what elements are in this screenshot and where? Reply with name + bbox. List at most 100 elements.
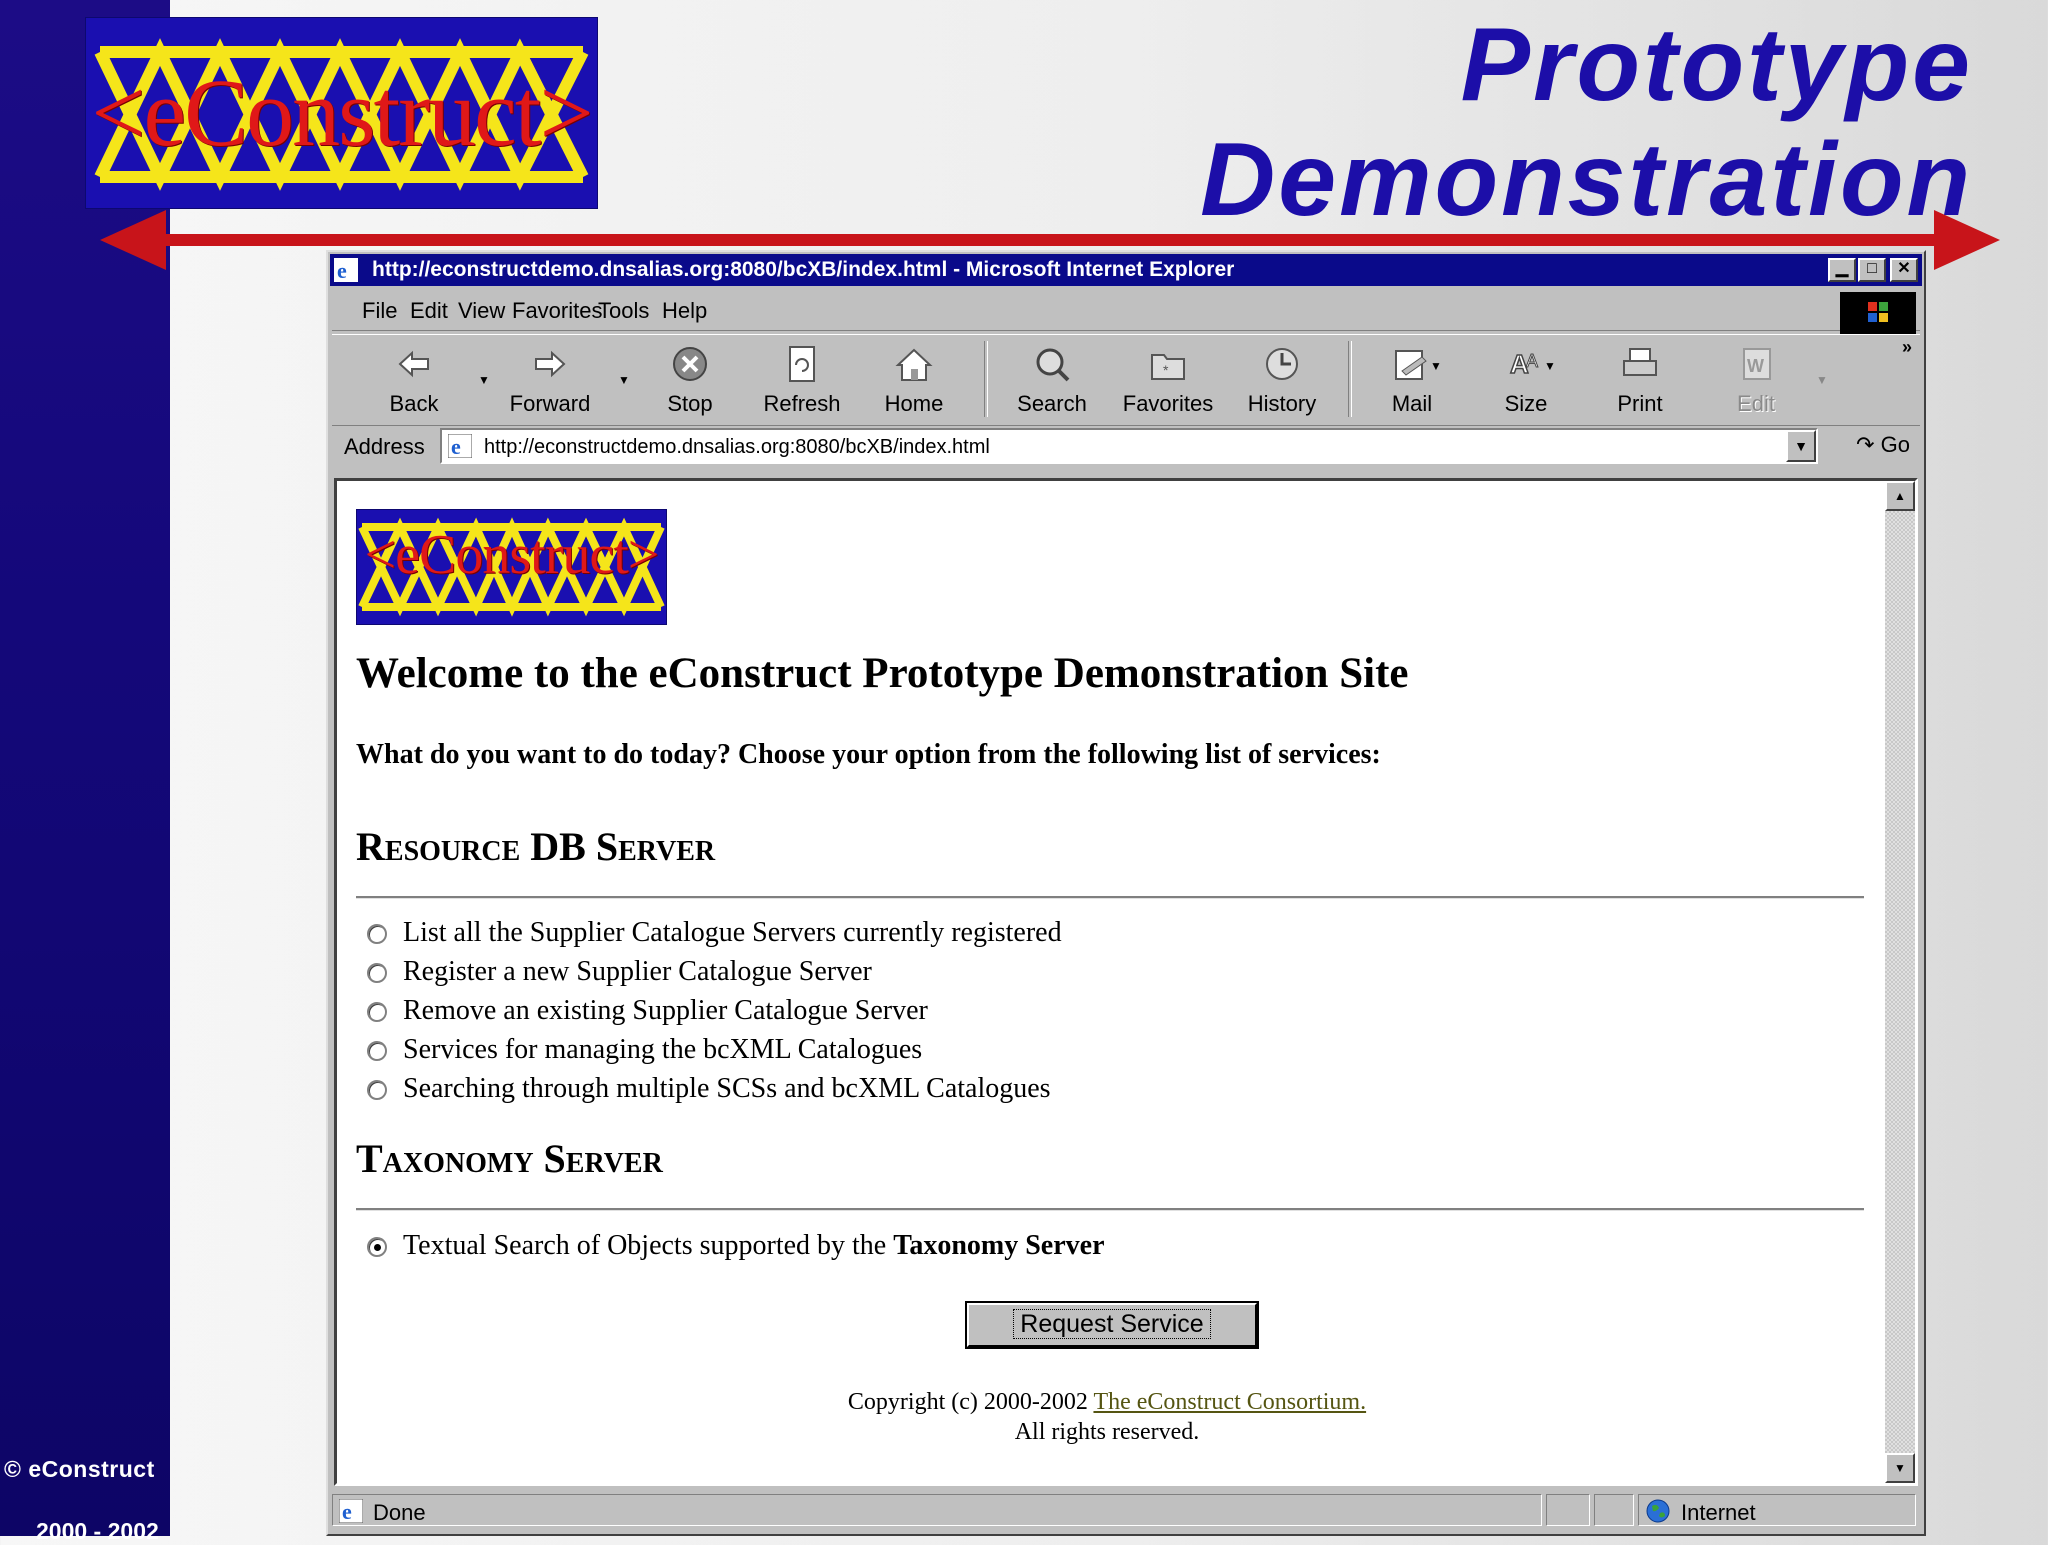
resource-db-heading: Resource DB Server — [356, 824, 716, 869]
section-divider — [356, 1208, 1864, 1211]
radio-button-selected[interactable] — [367, 1237, 387, 1257]
back-button[interactable]: Back — [364, 335, 464, 423]
menu-tools[interactable]: Tools — [598, 298, 649, 324]
menu-favorites[interactable]: Favorites — [512, 298, 602, 324]
back-arrow-icon — [398, 350, 429, 378]
svg-text:*: * — [1163, 362, 1169, 378]
status-bar: e Done Internet — [332, 1492, 1920, 1530]
ie-icon: e — [334, 258, 358, 282]
search-button[interactable]: Search — [1002, 335, 1102, 423]
go-button[interactable]: ↷ Go — [1856, 432, 1910, 458]
close-button[interactable]: ✕ — [1890, 258, 1918, 282]
welcome-heading: Welcome to the eConstruct Prototype Demo… — [356, 650, 1409, 697]
svg-text:W: W — [1747, 356, 1764, 376]
history-button[interactable]: History — [1232, 335, 1332, 423]
toolbar: Back ▼ Forward ▼ Stop Refresh Home Searc… — [332, 334, 1920, 426]
zone-text: Internet — [1681, 1500, 1756, 1525]
globe-icon — [1646, 1499, 1670, 1523]
menu-help[interactable]: Help — [662, 298, 707, 324]
slide-title-line1: Prototype — [1460, 7, 1973, 123]
side-copyright: © eConstruct — [4, 1456, 155, 1482]
forward-button[interactable]: Forward — [500, 335, 600, 423]
address-value: http://econstructdemo.dnsalias.org:8080/… — [484, 436, 990, 458]
status-pane: e Done — [332, 1494, 1542, 1526]
status-ie-icon: e — [339, 1499, 363, 1523]
mail-dropdown-icon[interactable]: ▼ — [1430, 359, 1442, 373]
history-icon — [1266, 348, 1298, 380]
refresh-icon — [789, 346, 815, 382]
edit-dropdown-icon[interactable]: ▼ — [1816, 373, 1828, 387]
address-input[interactable]: e http://econstructdemo.dnsalias.org:808… — [440, 428, 1818, 464]
forward-arrow-icon — [535, 350, 566, 378]
page-footer: Copyright (c) 2000-2002 The eConstruct C… — [337, 1387, 1877, 1447]
toolbar-separator — [984, 341, 988, 417]
print-button[interactable]: Print — [1590, 335, 1690, 423]
radio-button[interactable] — [367, 1080, 387, 1100]
svg-text:e: e — [451, 434, 461, 458]
consortium-link[interactable]: The eConstruct Consortium. — [1093, 1389, 1366, 1415]
home-icon — [895, 348, 933, 381]
window-titlebar[interactable]: e http://econstructdemo.dnsalias.org:808… — [330, 254, 1922, 286]
logo-text: <eConstruct> — [91, 59, 593, 166]
toolbar-separator — [1348, 341, 1352, 417]
intro-text: What do you want to do today? Choose you… — [356, 739, 1381, 770]
vertical-scrollbar[interactable]: ▲ ▼ — [1885, 481, 1915, 1483]
rights-text: All rights reserved. — [1014, 1419, 1200, 1445]
taxonomy-heading: Taxonomy Server — [356, 1136, 663, 1181]
scroll-down-icon[interactable]: ▼ — [1885, 1453, 1915, 1483]
copyright-text: Copyright (c) 2000-2002 — [847, 1389, 1088, 1415]
page-logo-text: <eConstruct> — [364, 524, 660, 586]
text-size-icon: AA — [1509, 348, 1538, 380]
menu-view[interactable]: View — [458, 298, 505, 324]
page-viewport: <eConstruct> Welcome to the eConstruct P… — [334, 478, 1918, 1486]
address-dropdown-icon[interactable]: ▼ — [1786, 430, 1816, 462]
page-content: <eConstruct> Welcome to the eConstruct P… — [337, 481, 1877, 1483]
windows-logo-icon — [1840, 292, 1916, 334]
browser-window: e http://econstructdemo.dnsalias.org:808… — [326, 250, 1926, 1536]
status-text: Done — [373, 1500, 426, 1525]
search-icon — [1036, 348, 1070, 382]
radio-button[interactable] — [367, 1002, 387, 1022]
minimize-button[interactable]: ▁ — [1828, 258, 1856, 282]
edit-document-icon: W — [1743, 348, 1771, 380]
address-bar: Address e http://econstructdemo.dnsalias… — [332, 426, 1920, 468]
stop-icon — [673, 347, 707, 381]
size-button[interactable]: AA Size — [1476, 335, 1576, 423]
go-arrow-icon: ↷ — [1856, 432, 1875, 457]
home-button[interactable]: Home — [864, 335, 964, 423]
radio-button[interactable] — [367, 1041, 387, 1061]
favorites-button[interactable]: * Favorites — [1118, 335, 1218, 423]
radio-button[interactable] — [367, 924, 387, 944]
refresh-button[interactable]: Refresh — [752, 335, 852, 423]
mail-icon — [1395, 350, 1427, 380]
slide-title: Prototype Demonstration — [1200, 8, 1973, 238]
menu-file[interactable]: File — [362, 298, 397, 324]
toolbar-overflow-icon[interactable]: » — [1902, 337, 1912, 358]
edit-button[interactable]: W Edit — [1706, 335, 1806, 423]
menu-edit[interactable]: Edit — [410, 298, 448, 324]
econstruct-logo: <eConstruct> — [85, 17, 598, 209]
menu-bar: File Edit View Favorites Tools Help — [332, 292, 1920, 334]
forward-dropdown-icon[interactable]: ▼ — [618, 373, 630, 387]
size-dropdown-icon[interactable]: ▼ — [1544, 359, 1556, 373]
svg-text:A: A — [1526, 351, 1538, 371]
request-service-button[interactable]: Request Service — [967, 1303, 1257, 1347]
side-copyright-years: 2000 - 2002 — [36, 1518, 159, 1544]
favorites-folder-icon: * — [1151, 354, 1185, 380]
page-ie-icon: e — [448, 434, 472, 458]
back-dropdown-icon[interactable]: ▼ — [478, 373, 490, 387]
printer-icon — [1623, 348, 1657, 376]
page-econstruct-logo: <eConstruct> — [356, 509, 667, 625]
scroll-up-icon[interactable]: ▲ — [1885, 481, 1915, 511]
zone-pane: Internet — [1638, 1494, 1916, 1526]
svg-text:e: e — [342, 1499, 352, 1523]
section-divider — [356, 896, 1864, 899]
status-pane-empty — [1594, 1494, 1634, 1526]
maximize-button[interactable]: □ — [1858, 258, 1886, 282]
window-title: http://econstructdemo.dnsalias.org:8080/… — [372, 258, 1235, 281]
address-label: Address — [344, 434, 425, 459]
stop-button[interactable]: Stop — [640, 335, 740, 423]
mail-button[interactable]: Mail — [1362, 335, 1462, 423]
status-pane-empty — [1546, 1494, 1590, 1526]
radio-button[interactable] — [367, 963, 387, 983]
